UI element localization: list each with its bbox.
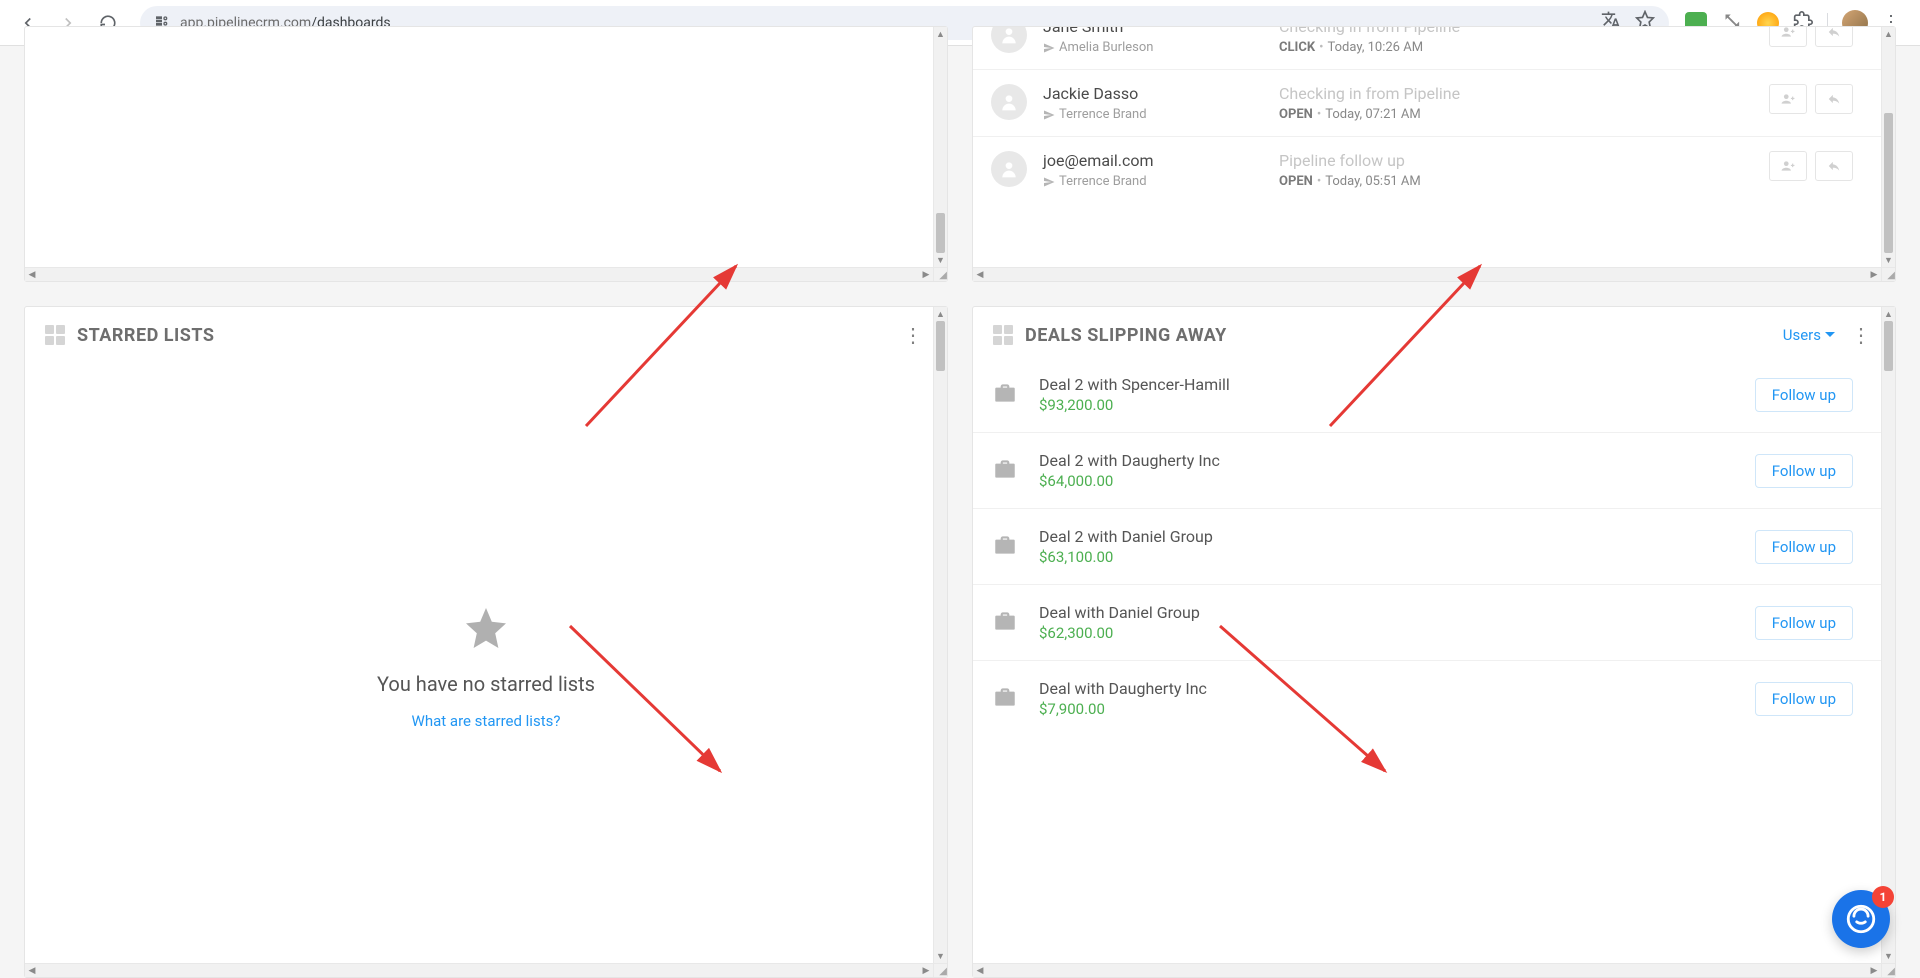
email-row[interactable]: joe@email.com Terrence Brand Pipeline fo… [973,136,1881,203]
deal-row[interactable]: Deal 2 with Daugherty Inc $64,000.00 Fol… [973,432,1881,508]
briefcase-icon [991,532,1021,562]
follow-up-button[interactable]: Follow up [1755,454,1853,488]
email-status: OPEN•Today, 05:51 AM [1279,174,1753,189]
assign-button[interactable] [1769,27,1807,47]
resize-handle[interactable]: ◢ [933,267,947,281]
sender-label: Terrence Brand [1043,174,1263,189]
star-icon [462,604,510,656]
avatar-icon [991,151,1027,187]
deal-amount: $7,900.00 [1039,700,1737,718]
contact-name: Jane Smith [1043,27,1263,36]
email-row[interactable]: Jackie Dasso Terrence Brand Checking in … [973,69,1881,136]
avatar-icon [991,27,1027,53]
empty-state-text: You have no starred lists [377,672,595,696]
dashboard-widget: ▲ ▼ ◀▶ ◢ [24,26,948,282]
avatar-icon [991,84,1027,120]
follow-up-button[interactable]: Follow up [1755,378,1853,412]
sender-label: Amelia Burleson [1043,40,1263,55]
resize-handle[interactable]: ◢ [933,963,947,977]
email-subject: Checking in from Pipeline [1279,84,1753,103]
scrollbar-vertical[interactable]: ▲ ▼ [933,307,947,963]
deal-name: Deal 2 with Daugherty Inc [1039,451,1737,470]
deals-slipping-widget: DEALS SLIPPING AWAY Users ⋮ Deal 2 with … [972,306,1896,978]
deal-name: Deal 2 with Spencer-Hamill [1039,375,1737,394]
deal-name: Deal with Daniel Group [1039,603,1737,622]
resize-handle[interactable]: ◢ [1881,963,1895,977]
scrollbar-vertical[interactable]: ▲ ▼ [1881,307,1895,963]
assign-button[interactable] [1769,84,1807,114]
scrollbar-horizontal[interactable]: ◀▶ [25,267,933,281]
email-row[interactable]: Jane Smith Amelia Burleson Checking in f… [973,27,1881,69]
deal-row[interactable]: Deal with Daugherty Inc $7,900.00 Follow… [973,660,1881,736]
chat-widget-button[interactable]: 1 [1832,890,1890,948]
sender-label: Terrence Brand [1043,107,1263,122]
deal-name: Deal 2 with Daniel Group [1039,527,1737,546]
briefcase-icon [991,380,1021,410]
starred-lists-widget: STARRED LISTS ⋮ You have no starred list… [24,306,948,978]
reply-button[interactable] [1815,84,1853,114]
email-subject: Checking in from Pipeline [1279,27,1753,36]
deal-row[interactable]: Deal with Daniel Group $62,300.00 Follow… [973,584,1881,660]
deal-amount: $63,100.00 [1039,548,1737,566]
scrollbar-horizontal[interactable]: ◀▶ [973,267,1881,281]
deal-amount: $62,300.00 [1039,624,1737,642]
follow-up-button[interactable]: Follow up [1755,530,1853,564]
scrollbar-vertical[interactable]: ▲ ▼ [1881,27,1895,267]
empty-state: You have no starred lists What are starr… [25,357,947,977]
deal-amount: $93,200.00 [1039,396,1737,414]
follow-up-button[interactable]: Follow up [1755,606,1853,640]
contact-name: Jackie Dasso [1043,84,1263,103]
scrollbar-horizontal[interactable]: ◀▶ [973,963,1881,977]
assign-button[interactable] [1769,151,1807,181]
email-status: CLICK•Today, 10:26 AM [1279,40,1753,55]
widget-menu-button[interactable]: ⋮ [899,323,927,347]
deal-row[interactable]: Deal 2 with Spencer-Hamill $93,200.00 Fo… [973,357,1881,432]
follow-up-button[interactable]: Follow up [1755,682,1853,716]
deal-amount: $64,000.00 [1039,472,1737,490]
email-activity-widget: Jane Smith Amelia Burleson Checking in f… [972,26,1896,282]
drag-handle-icon[interactable] [45,325,65,345]
empty-state-link[interactable]: What are starred lists? [412,712,561,730]
users-filter-dropdown[interactable]: Users [1783,326,1835,344]
widget-menu-button[interactable]: ⋮ [1847,323,1875,347]
contact-name: joe@email.com [1043,151,1263,170]
deal-row[interactable]: Deal 2 with Daniel Group $63,100.00 Foll… [973,508,1881,584]
email-status: OPEN•Today, 07:21 AM [1279,107,1753,122]
deal-name: Deal with Daugherty Inc [1039,679,1737,698]
briefcase-icon [991,608,1021,638]
resize-handle[interactable]: ◢ [1881,267,1895,281]
email-subject: Pipeline follow up [1279,151,1753,170]
chat-badge: 1 [1872,886,1894,908]
drag-handle-icon[interactable] [993,325,1013,345]
scrollbar-vertical[interactable]: ▲ ▼ [933,27,947,267]
widget-title: STARRED LISTS [77,325,214,346]
briefcase-icon [991,684,1021,714]
briefcase-icon [991,456,1021,486]
reply-button[interactable] [1815,151,1853,181]
reply-button[interactable] [1815,27,1853,47]
scrollbar-horizontal[interactable]: ◀▶ [25,963,933,977]
widget-title: DEALS SLIPPING AWAY [1025,325,1227,346]
